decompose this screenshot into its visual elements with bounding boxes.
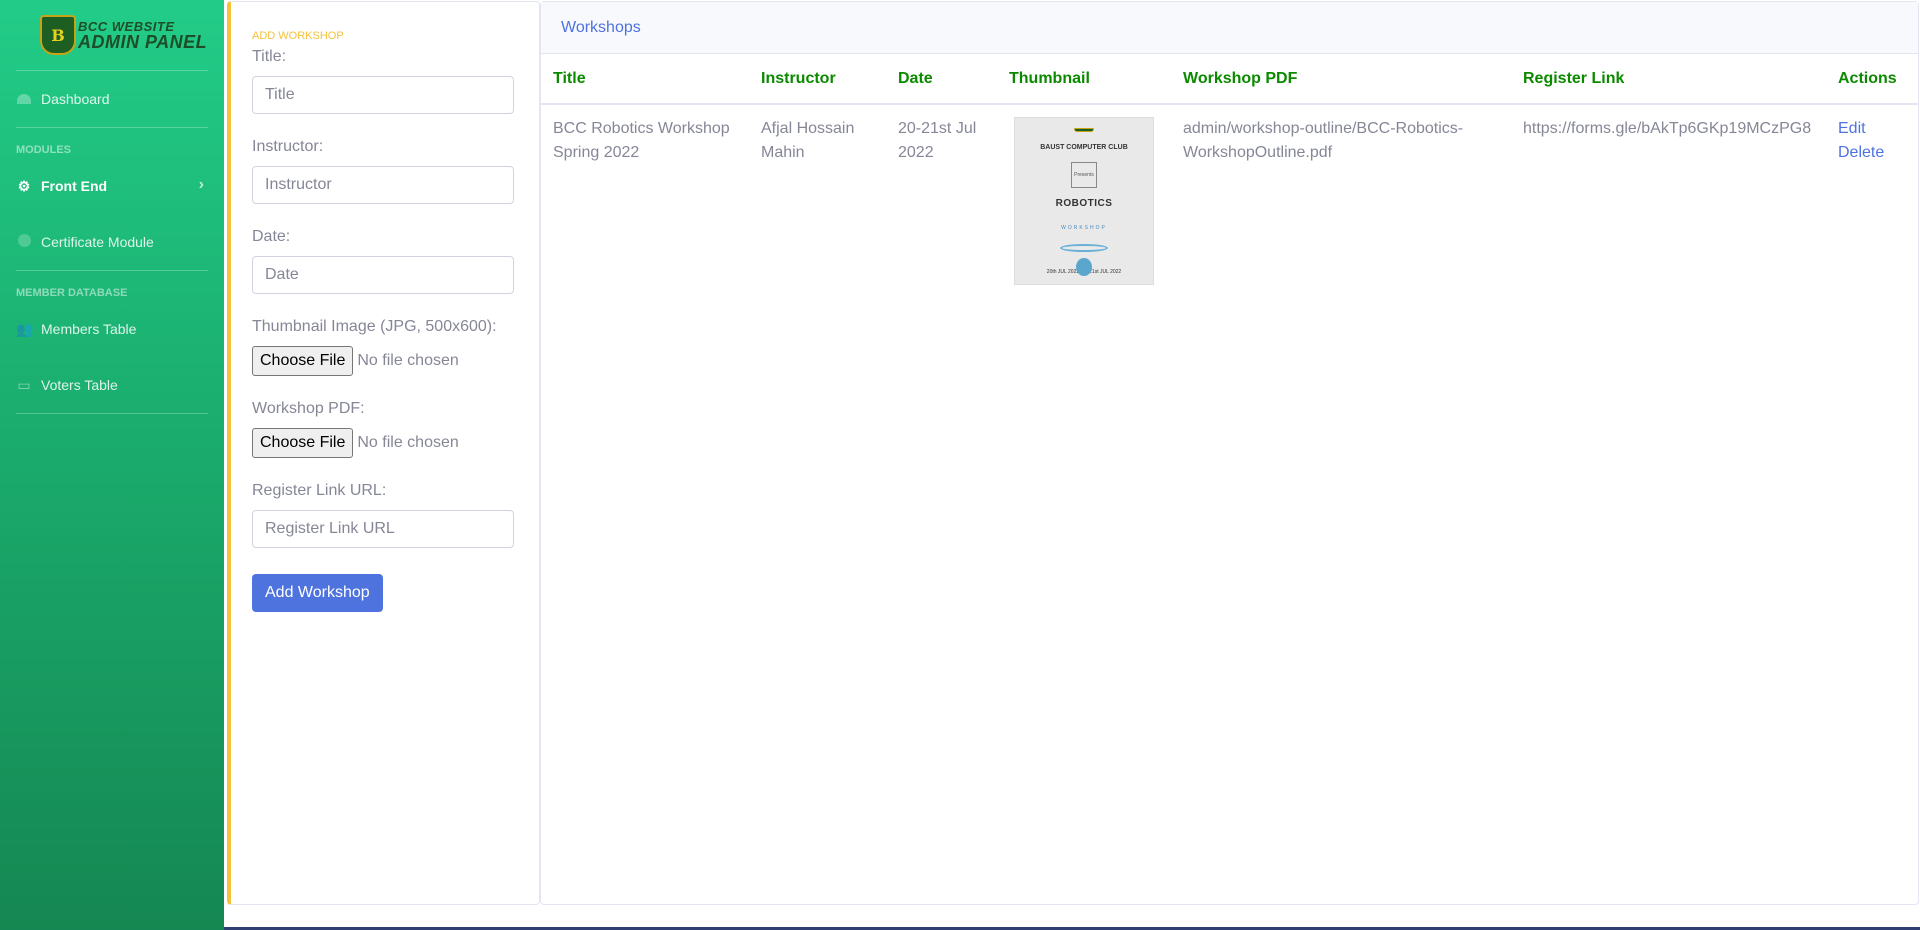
club-logo-icon: B [40,15,76,55]
instructor-label: Instructor: [252,138,324,155]
sidebar-item-front-end[interactable]: ⚙ Front End › [0,158,224,214]
column-header-title: Title [541,54,749,105]
sidebar-item-label: Dashboard [41,91,110,107]
register-link-label: Register Link URL: [252,482,387,499]
register-link-input[interactable] [252,510,514,548]
delete-link[interactable]: Delete [1838,141,1906,165]
brand[interactable]: B BCC WEBSITE ADMIN PANEL [0,0,224,70]
column-header-register-link: Register Link [1511,54,1826,105]
workshop-thumbnail-image: BAUST COMPUTER CLUB Presents ROBOTICS WO… [1014,117,1154,285]
thumbnail-title-text: ROBOTICS [1055,197,1113,209]
workshops-card: Workshops Title Instructor Date Thumbnai… [540,1,1919,905]
sidebar-item-dashboard[interactable]: Dashboard [0,71,224,127]
pdf-choose-file-button[interactable]: Choose File [252,428,354,458]
cell-thumbnail: BAUST COMPUTER CLUB Presents ROBOTICS WO… [997,104,1171,297]
cell-register-link: https://forms.gle/bAkTp6GKp19MCzPG8 [1523,120,1812,137]
tachometer-icon [16,91,32,107]
edit-link[interactable]: Edit [1838,117,1906,141]
sidebar-item-certificate[interactable]: Certificate Module [0,214,224,270]
thumbnail-day1: 20th JUL 2022 [1046,269,1080,275]
sidebar-item-voters[interactable]: ▭ Voters Table [0,357,224,413]
thumbnail-sub-text: WORKSHOP [1061,224,1107,231]
sidebar-heading-member-database: MEMBER DATABASE [16,287,128,299]
brand-text: BCC WEBSITE ADMIN PANEL [78,20,207,51]
sidebar-item-members[interactable]: 👥 Members Table [0,301,224,357]
cell-actions: Edit Delete [1826,104,1918,297]
robot-illustration-icon [1060,243,1108,277]
cell-date: 20-21st Jul 2022 [898,120,977,161]
form-title: ADD WORKSHOP [252,30,344,42]
brand-line2: ADMIN PANEL [78,31,208,52]
circle-icon [16,234,32,250]
workshops-heading: Workshops [561,18,641,36]
sidebar-heading-modules: MODULES [16,144,71,156]
sidebar-item-label: Members Table [41,321,137,337]
thumbnail-file-status: No file chosen [357,352,459,369]
sidebar-item-label: Voters Table [41,377,118,393]
add-workshop-card: ADD WORKSHOP Title: Instructor: Date: Th… [227,1,540,905]
title-label: Title: [252,48,287,65]
date-label: Date: [252,228,291,245]
sidebar-divider [16,413,208,414]
thumbnail-choose-file-button[interactable]: Choose File [252,346,354,376]
club-logo-icon [1074,128,1094,132]
thumbnail-club-text: BAUST COMPUTER CLUB [1040,143,1128,151]
vote-box-icon: ▭ [17,376,31,393]
column-header-date: Date [886,54,997,105]
add-workshop-button[interactable]: Add Workshop [252,574,383,612]
brand-line1: BCC WEBSITE [78,18,175,34]
table-header-row: Title Instructor Date Thumbnail Workshop… [541,54,1918,105]
cell-workshop-pdf: admin/workshop-outline/BCC-Robotics-Work… [1183,120,1464,161]
sidebar: B BCC WEBSITE ADMIN PANEL Dashboard MODU… [0,0,224,930]
pdf-file-status: No file chosen [357,434,459,451]
sidebar-item-label: Front End [41,178,108,194]
workshops-card-header: Workshops [541,2,1918,54]
title-input[interactable] [252,76,514,114]
column-header-actions: Actions [1826,54,1918,105]
main-content: ADD WORKSHOP Title: Instructor: Date: Th… [224,0,1920,930]
pdf-label: Workshop PDF: [252,400,365,417]
instructor-input[interactable] [252,166,514,204]
column-header-thumbnail: Thumbnail [997,54,1171,105]
workshops-table: Title Instructor Date Thumbnail Workshop… [541,54,1918,297]
table-row: BCC Robotics Workshop Spring 2022 Afjal … [541,104,1918,297]
thumbnail-file-picker: Choose File No file chosen [252,346,518,376]
logo-letter: B [51,25,65,45]
column-header-workshop-pdf: Workshop PDF [1171,54,1511,105]
thumbnail-day2: 21st JUL 2022 [1089,269,1122,275]
pdf-file-picker: Choose File No file chosen [252,428,518,458]
gear-icon: ⚙ [17,177,31,194]
column-header-instructor: Instructor [749,54,886,105]
thumbnail-label: Thumbnail Image (JPG, 500x600): [252,318,497,335]
chevron-right-icon: › [198,176,204,193]
users-icon: 👥 [16,320,34,337]
sidebar-item-label: Certificate Module [41,234,154,250]
thumbnail-presents-text: Presents [1071,161,1097,188]
cell-title: BCC Robotics Workshop Spring 2022 [553,120,730,161]
date-input[interactable] [252,256,514,294]
cell-instructor: Afjal Hossain Mahin [761,120,855,161]
